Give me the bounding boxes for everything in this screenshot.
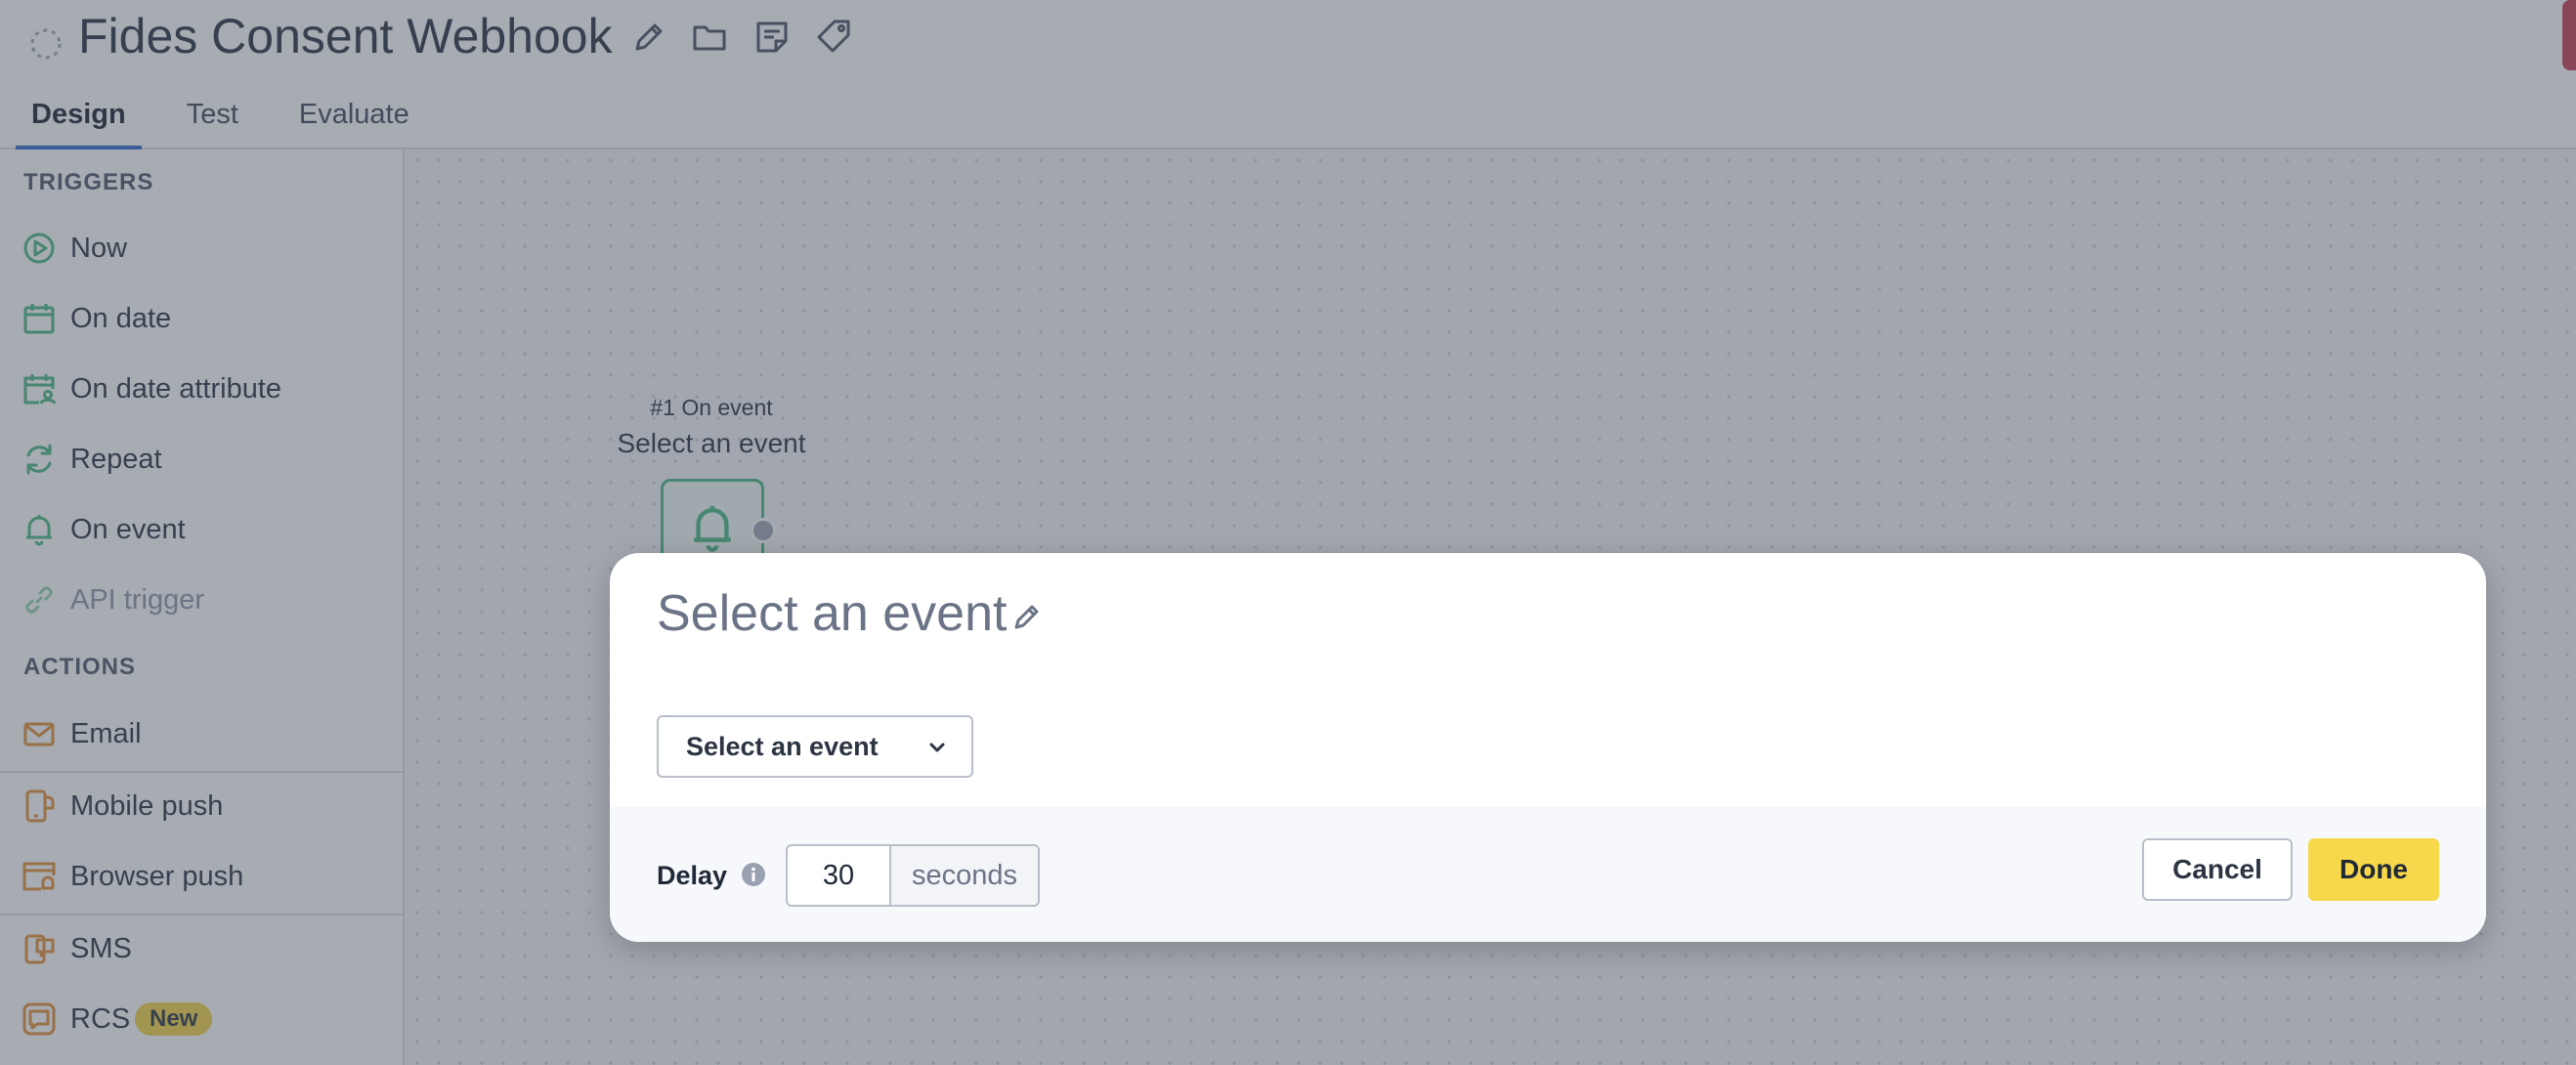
delay-value-input[interactable] [786,844,891,907]
event-select-value: Select an event [686,732,879,761]
delay-label: Delay [657,861,728,890]
modal-footer: Delay seconds Cancel Done [610,807,2486,942]
done-button[interactable]: Done [2308,838,2439,901]
modal-title[interactable]: Select an event [657,584,1007,643]
cancel-button[interactable]: Cancel [2142,838,2293,901]
chevron-down-icon [929,743,945,752]
event-trigger-modal: Select an event Select an event Delay se… [610,553,2486,942]
event-select-dropdown[interactable]: Select an event [657,715,973,778]
edit-pencil-icon[interactable] [1010,600,1044,633]
delay-unit-label: seconds [889,844,1040,907]
info-icon[interactable] [741,862,766,887]
